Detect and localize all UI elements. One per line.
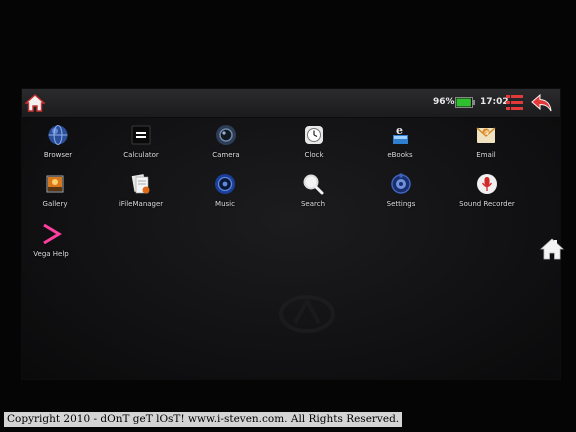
battery-fill [456, 98, 471, 107]
app-settings[interactable]: Settings [366, 172, 436, 220]
app-vega-help[interactable]: Vega Help [16, 222, 86, 270]
app-camera[interactable]: Camera [191, 123, 261, 171]
ebook-icon: e [393, 124, 408, 144]
chevron-right-icon [43, 223, 62, 245]
app-sound-recorder[interactable]: Sound Recorder [452, 172, 522, 220]
gear-icon [391, 173, 411, 194]
app-browser[interactable]: Browser [23, 123, 93, 171]
camera-icon [216, 125, 236, 145]
calculator-icon [131, 125, 151, 145]
app-label: Camera [212, 151, 240, 159]
svg-text:e: e [396, 124, 403, 137]
app-label: eBooks [387, 151, 413, 159]
home-icon[interactable] [25, 93, 45, 113]
svg-text:@: @ [484, 130, 489, 136]
magnifier-icon [303, 174, 324, 195]
app-label: iFileManager [118, 200, 164, 208]
status-clock: 17:02 [480, 97, 509, 107]
device-logo-watermark [279, 295, 335, 333]
app-label: Settings [386, 200, 416, 208]
battery-percent: 96% [433, 97, 455, 107]
app-label: Email [476, 151, 496, 159]
app-label: Calculator [123, 151, 159, 159]
battery-icon [455, 97, 475, 108]
speaker-icon [215, 174, 235, 194]
app-search[interactable]: Search [278, 172, 348, 220]
microphone-icon [477, 174, 497, 194]
device-screen: 96% 17:02 Browser Calculator Camera Cloc… [20, 89, 564, 379]
app-calculator[interactable]: Calculator [106, 123, 176, 171]
app-label: Browser [43, 151, 73, 159]
app-email[interactable]: @ Email [451, 123, 521, 171]
file-manager-icon [131, 174, 150, 194]
copyright-notice: Copyright 2010 - dOnT geT lOsT! www.i-st… [4, 412, 403, 427]
menu-list-icon[interactable] [506, 94, 523, 111]
picture-icon [46, 175, 64, 193]
app-label: Search [300, 200, 326, 208]
back-arrow-icon[interactable] [531, 94, 553, 112]
app-label: Vega Help [33, 250, 69, 258]
clock-icon [305, 126, 323, 144]
app-label: Gallery [42, 200, 68, 208]
app-ifilemanager[interactable]: iFileManager [106, 172, 176, 220]
globe-icon [48, 125, 68, 145]
side-home-icon[interactable] [540, 238, 564, 260]
app-clock[interactable]: Clock [279, 123, 349, 171]
app-label: Sound Recorder [459, 200, 515, 208]
app-label: Music [215, 200, 235, 208]
envelope-icon: @ [476, 127, 496, 143]
app-ebooks[interactable]: e eBooks [365, 123, 435, 171]
app-label: Clock [304, 151, 324, 159]
app-music[interactable]: Music [190, 172, 260, 220]
app-gallery[interactable]: Gallery [20, 172, 90, 220]
status-bar: 96% 17:02 [22, 89, 560, 118]
